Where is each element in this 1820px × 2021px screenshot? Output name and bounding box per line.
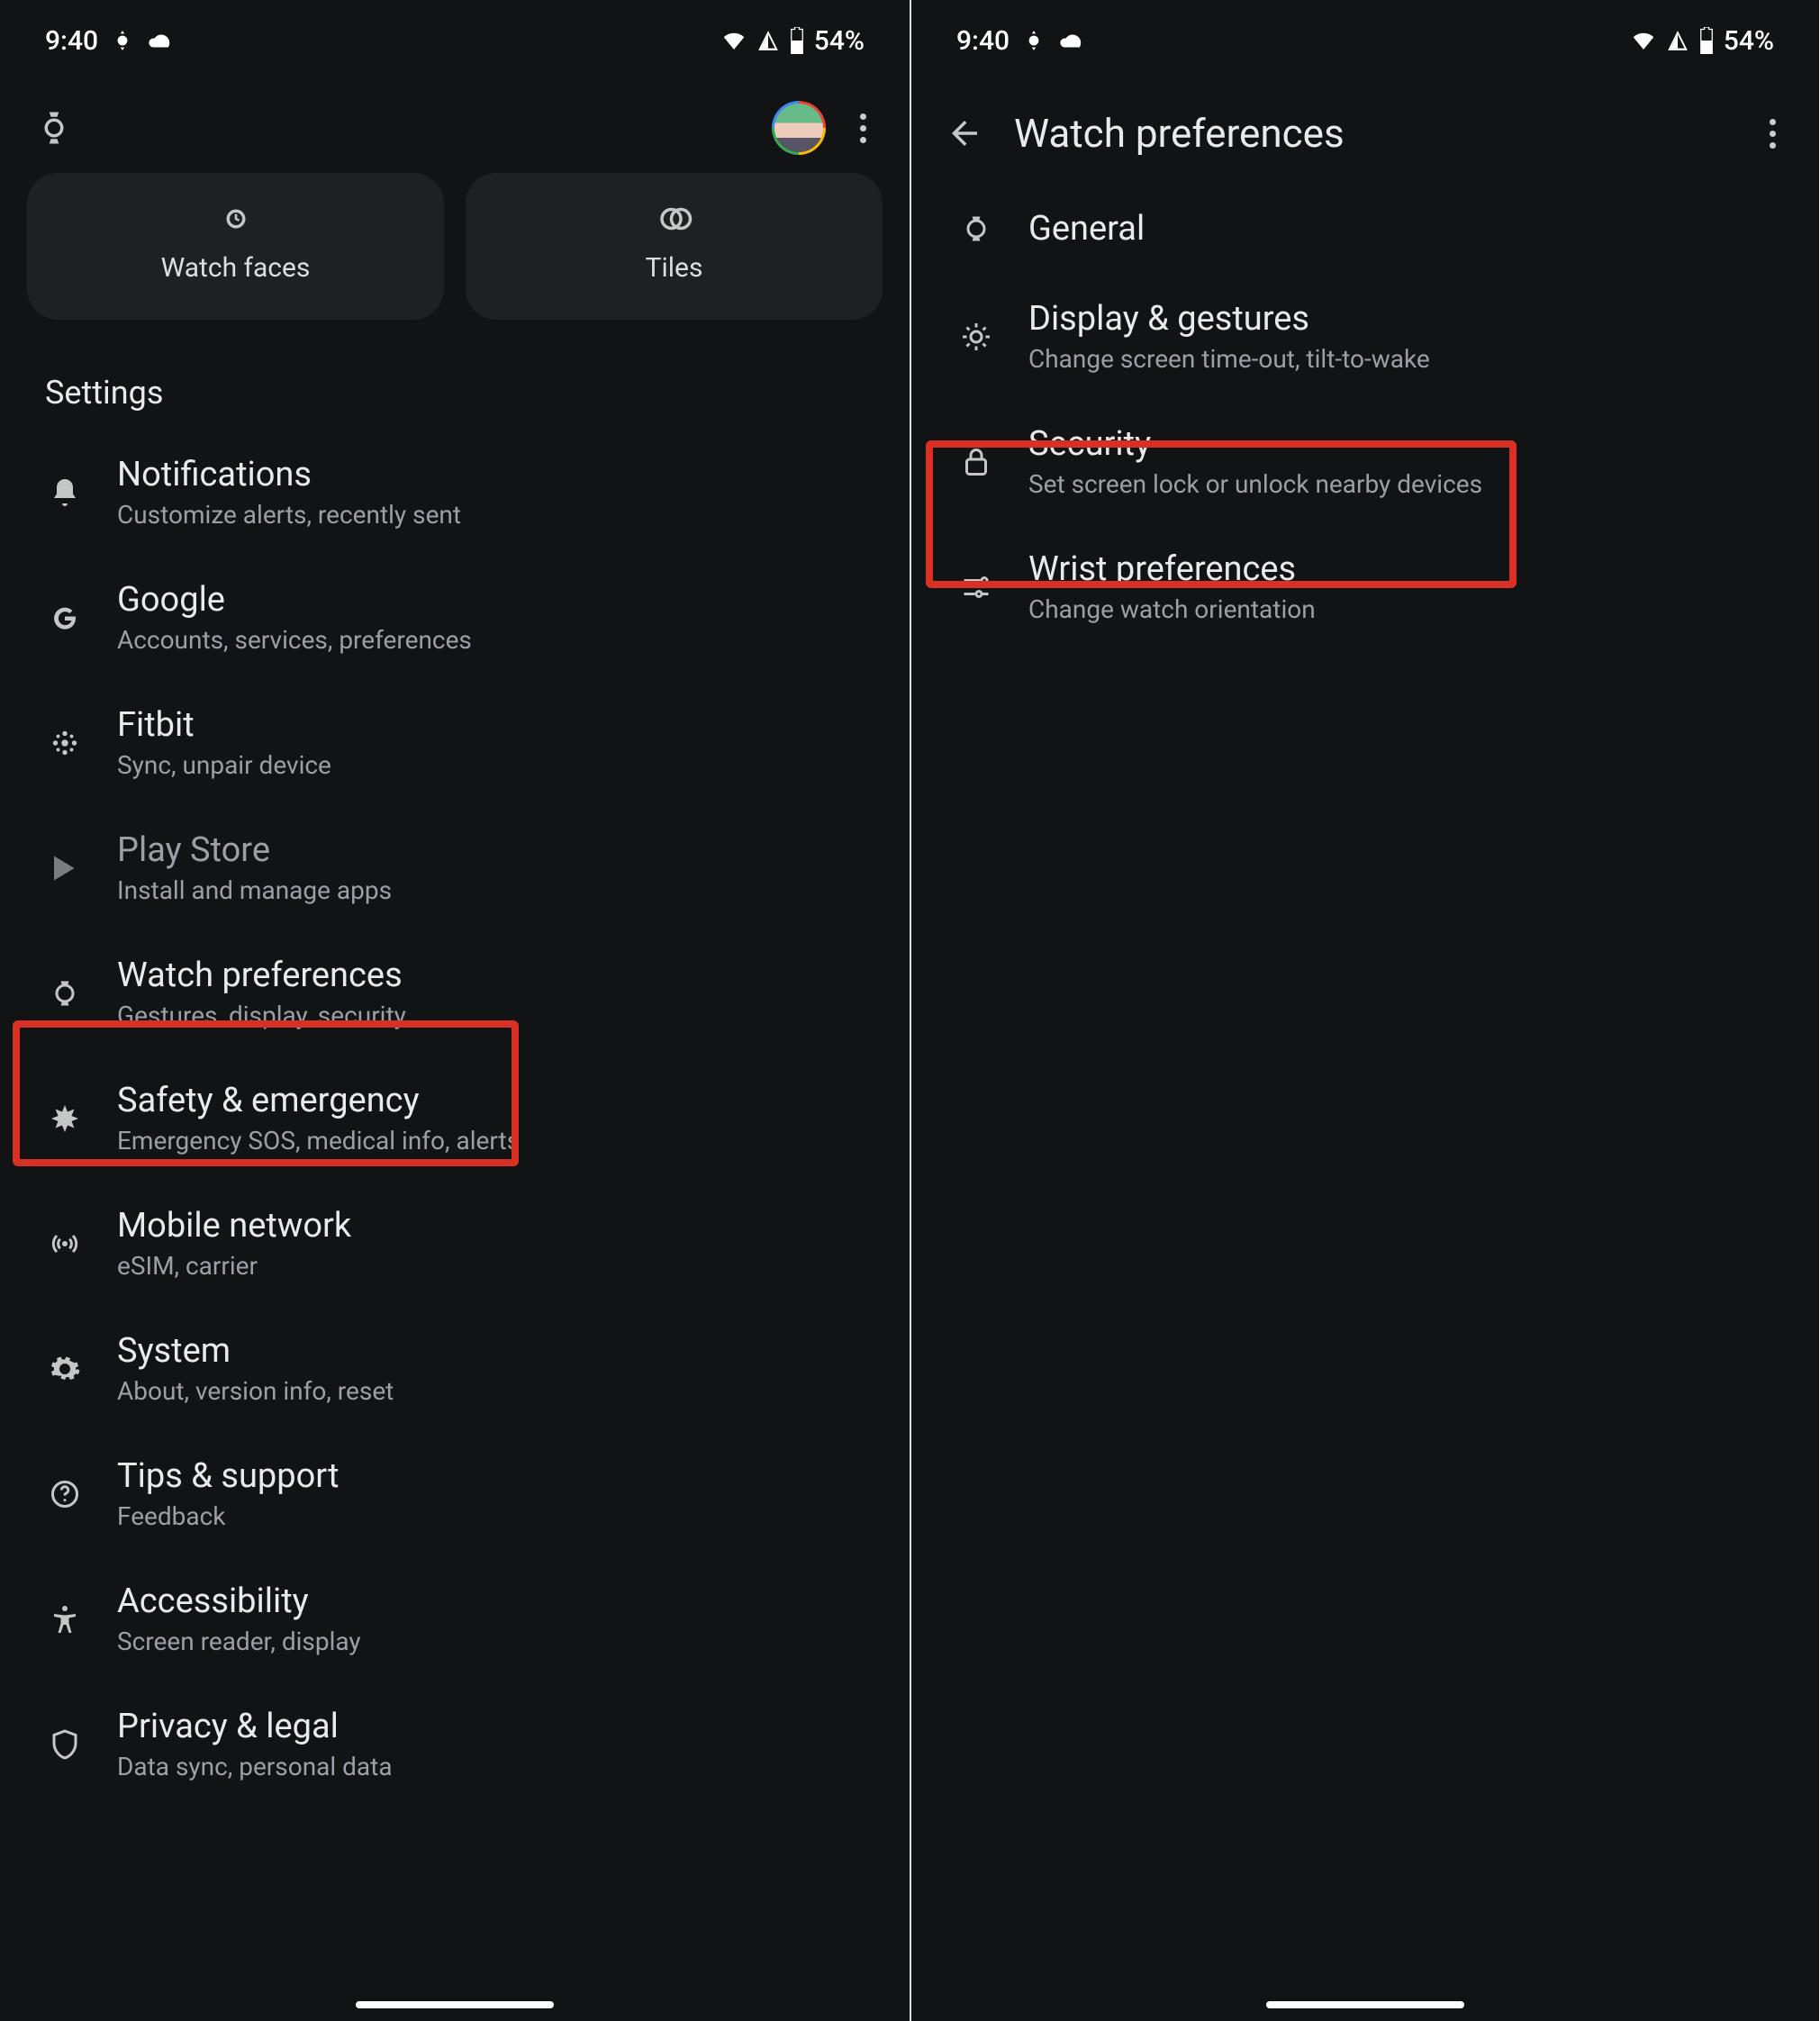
- status-bar: 9:40 54%: [911, 0, 1819, 74]
- gear-icon: [49, 1353, 81, 1385]
- brightness-icon: [960, 321, 992, 353]
- item-safety[interactable]: Safety & emergency Emergency SOS, medical…: [0, 1056, 910, 1181]
- accessibility-icon: [49, 1603, 81, 1636]
- watch-status-icon: [111, 29, 134, 52]
- overflow-menu-icon[interactable]: [1762, 112, 1783, 156]
- item-title: Safety & emergency: [117, 1081, 520, 1120]
- item-sub: Screen reader, display: [117, 1627, 361, 1656]
- page-title: Watch preferences: [1014, 110, 1735, 157]
- signal-icon: [1666, 29, 1689, 52]
- watch-face-icon: [217, 200, 255, 238]
- tab-tiles[interactable]: Tiles: [466, 173, 883, 320]
- item-title: Fitbit: [117, 705, 331, 745]
- item-title: Google: [117, 580, 472, 620]
- bell-icon: [49, 476, 81, 509]
- help-icon: [49, 1478, 81, 1510]
- clock: 9:40: [956, 25, 1010, 57]
- back-button[interactable]: [942, 114, 987, 152]
- item-tips[interactable]: Tips & support Feedback: [0, 1431, 910, 1556]
- item-sub: Emergency SOS, medical info, alerts: [117, 1126, 520, 1156]
- status-bar: 9:40 54%: [0, 0, 910, 74]
- nav-handle[interactable]: [356, 2001, 554, 2008]
- overflow-menu-icon[interactable]: [853, 106, 874, 150]
- nav-handle[interactable]: [1266, 2001, 1464, 2008]
- watch-status-icon: [1022, 29, 1046, 52]
- item-title: Wrist preferences: [1028, 549, 1316, 589]
- item-title: Tips & support: [117, 1456, 340, 1496]
- battery-icon: [1698, 27, 1715, 54]
- clock: 9:40: [45, 25, 98, 57]
- item-display-gestures[interactable]: Display & gestures Change screen time-out…: [911, 274, 1819, 399]
- item-title: Display & gestures: [1028, 299, 1430, 339]
- item-sub: Customize alerts, recently sent: [117, 500, 461, 530]
- tiles-icon: [656, 200, 693, 238]
- item-accessibility[interactable]: Accessibility Screen reader, display: [0, 1556, 910, 1681]
- item-google[interactable]: Google Accounts, services, preferences: [0, 555, 910, 680]
- tab-row: Watch faces Tiles: [0, 173, 910, 347]
- watch-app-icon: [35, 109, 73, 147]
- watch-icon: [49, 977, 81, 1010]
- item-sub: About, version info, reset: [117, 1376, 394, 1406]
- item-watch-preferences[interactable]: Watch preferences Gestures, display, secu…: [0, 930, 910, 1056]
- item-sub: Accounts, services, preferences: [117, 625, 472, 655]
- prefs-list: General Display & gestures Change screen …: [911, 184, 1819, 649]
- tab-label: Watch faces: [161, 252, 311, 284]
- google-icon: [49, 602, 81, 634]
- tab-watch-faces[interactable]: Watch faces: [27, 173, 444, 320]
- fitbit-icon: [49, 727, 81, 759]
- item-title: System: [117, 1331, 394, 1371]
- settings-list: Notifications Customize alerts, recently …: [0, 430, 910, 1807]
- item-sub: Data sync, personal data: [117, 1752, 393, 1781]
- item-title: Privacy & legal: [117, 1707, 393, 1746]
- avatar[interactable]: [772, 101, 826, 155]
- item-system[interactable]: System About, version info, reset: [0, 1306, 910, 1431]
- item-sub: Gestures, display, security: [117, 1001, 406, 1030]
- antenna-icon: [49, 1228, 81, 1260]
- item-play-store[interactable]: Play Store Install and manage apps: [0, 805, 910, 930]
- phone-left: 9:40 54% Watch faces Tiles Settings: [0, 0, 910, 2021]
- emergency-icon: [49, 1102, 81, 1135]
- tune-icon: [960, 571, 992, 603]
- signal-icon: [756, 29, 780, 52]
- battery-percent: 54%: [1724, 25, 1774, 57]
- app-header: [0, 74, 910, 173]
- item-fitbit[interactable]: Fitbit Sync, unpair device: [0, 680, 910, 805]
- item-sub: eSIM, carrier: [117, 1251, 351, 1281]
- lock-icon: [960, 446, 992, 478]
- item-security[interactable]: Security Set screen lock or unlock nearby…: [911, 399, 1819, 524]
- tab-label: Tiles: [646, 252, 703, 284]
- item-title: Notifications: [117, 455, 461, 494]
- section-title: Settings: [0, 347, 910, 430]
- item-title: Mobile network: [117, 1206, 351, 1246]
- item-wrist-preferences[interactable]: Wrist preferences Change watch orientatio…: [911, 524, 1819, 649]
- cloud-icon: [1058, 27, 1085, 54]
- item-title: Watch preferences: [117, 956, 406, 995]
- page-header: Watch preferences: [911, 74, 1819, 184]
- item-title: General: [1028, 209, 1145, 249]
- cloud-icon: [147, 27, 174, 54]
- item-sub: Install and manage apps: [117, 875, 392, 905]
- watch-icon: [960, 213, 992, 245]
- item-sub: Feedback: [117, 1501, 340, 1531]
- item-title: Accessibility: [117, 1581, 361, 1621]
- play-icon: [49, 852, 81, 884]
- item-title: Security: [1028, 424, 1482, 464]
- wifi-icon: [1630, 27, 1657, 54]
- phone-right: 9:40 54% Watch preferences General Displ…: [910, 0, 1819, 2021]
- shield-icon: [49, 1728, 81, 1761]
- item-sub: Set screen lock or unlock nearby devices: [1028, 469, 1482, 499]
- item-sub: Change screen time-out, tilt-to-wake: [1028, 344, 1430, 374]
- item-title: Play Store: [117, 830, 392, 870]
- item-sub: Sync, unpair device: [117, 750, 331, 780]
- battery-icon: [789, 27, 805, 54]
- item-privacy[interactable]: Privacy & legal Data sync, personal data: [0, 1681, 910, 1807]
- wifi-icon: [720, 27, 747, 54]
- battery-percent: 54%: [814, 25, 865, 57]
- arrow-left-icon: [946, 114, 983, 152]
- item-mobile-network[interactable]: Mobile network eSIM, carrier: [0, 1181, 910, 1306]
- item-notifications[interactable]: Notifications Customize alerts, recently …: [0, 430, 910, 555]
- item-general[interactable]: General: [911, 184, 1819, 274]
- item-sub: Change watch orientation: [1028, 594, 1316, 624]
